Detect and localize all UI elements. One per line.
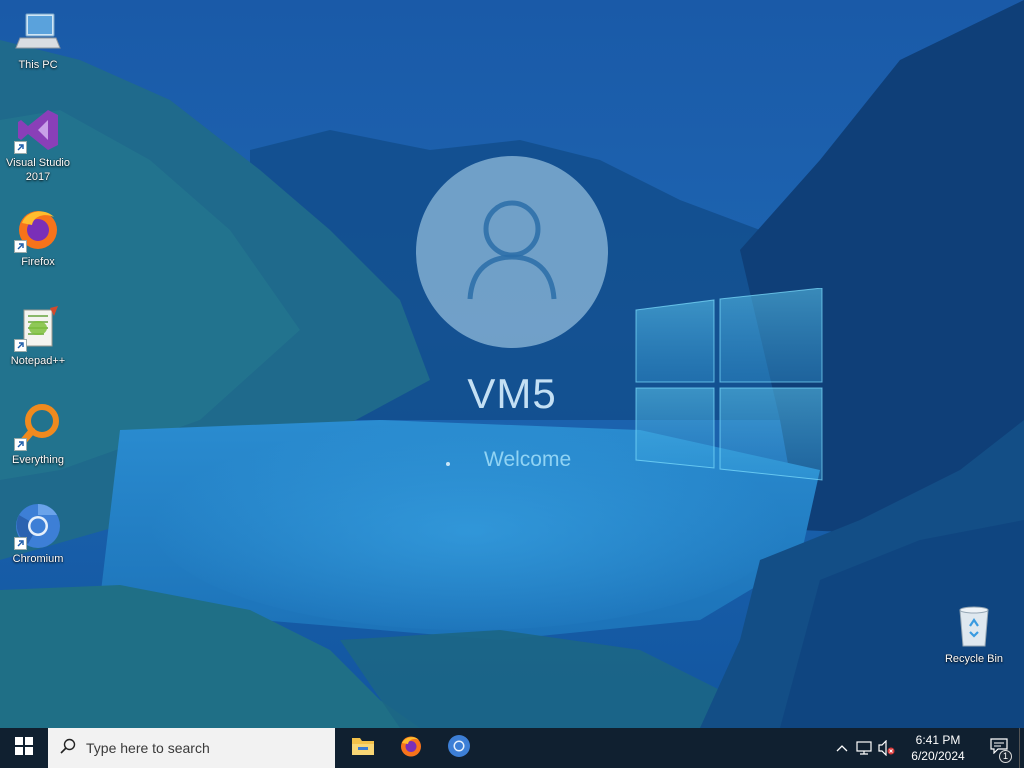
desktop-icon-label: This PC: [18, 59, 58, 71]
action-center-button[interactable]: 1: [979, 728, 1019, 768]
taskbar-search-box[interactable]: Type here to search: [48, 728, 335, 768]
windows-logo-icon: [632, 287, 826, 482]
desktop-icon-this-pc[interactable]: This PC: [0, 8, 76, 72]
taskbar-clock[interactable]: 6:41 PM 6/20/2024: [897, 732, 979, 764]
taskbar-app-chromium[interactable]: [435, 728, 483, 768]
taskbar-app-file-explorer[interactable]: [339, 728, 387, 768]
everything-search-icon: [14, 403, 62, 451]
show-desktop-button[interactable]: [1019, 728, 1024, 768]
shortcut-arrow-icon: [14, 339, 27, 352]
search-placeholder: Type here to search: [86, 740, 210, 756]
shortcut-arrow-icon: [14, 141, 27, 154]
desktop-icon-label: Visual Studio 2017: [5, 157, 70, 183]
user-avatar: [416, 156, 608, 348]
volume-muted-icon[interactable]: [875, 728, 897, 768]
windows-start-icon: [15, 736, 33, 760]
notification-count-badge: 1: [999, 750, 1012, 763]
taskbar-app-firefox[interactable]: [387, 728, 435, 768]
visual-studio-icon: [14, 106, 62, 154]
welcome-status: Welcome: [440, 448, 600, 474]
shortcut-arrow-icon: [14, 240, 27, 253]
desktop-icon-everything[interactable]: Everything: [0, 403, 76, 467]
username-label: VM5: [467, 370, 557, 417]
computer-icon: [14, 8, 62, 56]
clock-time: 6:41 PM: [915, 733, 961, 747]
desktop-icon-label: Everything: [12, 454, 64, 466]
notepad-plus-plus-icon: [14, 304, 62, 352]
firefox-icon: [14, 205, 62, 253]
clock-date: 6/20/2024: [911, 749, 965, 763]
start-button[interactable]: [0, 728, 48, 768]
loading-spinner-icon: [446, 462, 450, 466]
desktop-icon-label: Chromium: [12, 553, 64, 565]
shortcut-arrow-icon: [14, 537, 27, 550]
desktop-icon-firefox[interactable]: Firefox: [0, 205, 76, 269]
desktop-icon-recycle-bin[interactable]: Recycle Bin: [936, 602, 1012, 666]
desktop-icon-label: Firefox: [21, 256, 55, 268]
desktop-icon-label: Recycle Bin: [944, 653, 1004, 665]
desktop-icon-notepad-plus-plus[interactable]: Notepad++: [0, 304, 76, 368]
welcome-text: Welcome: [484, 448, 572, 471]
shortcut-arrow-icon: [14, 438, 27, 451]
taskbar: Type here to search 6:41 PM 6/20/2024 1: [0, 728, 1024, 768]
file-explorer-icon: [351, 735, 375, 762]
system-tray: 6:41 PM 6/20/2024 1: [831, 728, 1024, 768]
firefox-icon: [399, 734, 423, 763]
user-icon: [462, 195, 562, 310]
desktop-icon-chromium[interactable]: Chromium: [0, 502, 76, 566]
desktop-icon-visual-studio[interactable]: Visual Studio 2017: [0, 106, 76, 184]
chromium-icon: [447, 734, 471, 763]
desktop-icon-label: Notepad++: [10, 355, 66, 367]
chromium-icon: [14, 502, 62, 550]
search-icon: [60, 738, 76, 759]
chevron-up-icon[interactable]: [831, 728, 853, 768]
network-icon[interactable]: [853, 728, 875, 768]
recycle-bin-icon: [950, 602, 998, 650]
desktop-wallpaper: [0, 0, 1024, 728]
